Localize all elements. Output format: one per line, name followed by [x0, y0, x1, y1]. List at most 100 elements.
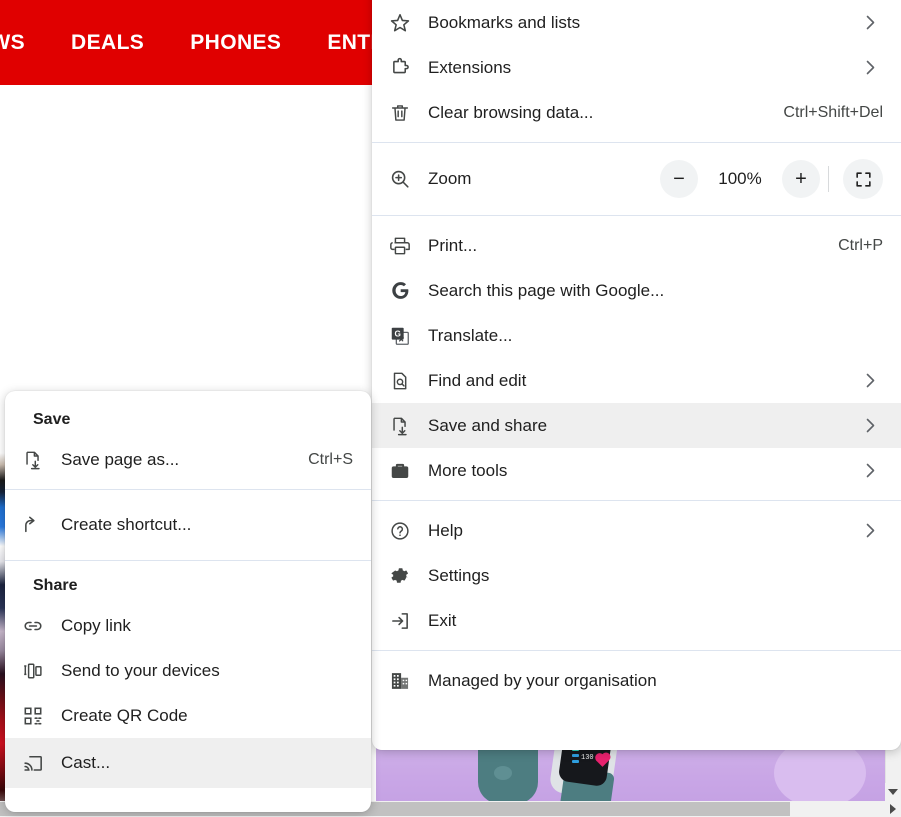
- zoom-out-button[interactable]: −: [660, 160, 698, 198]
- scroll-down-button[interactable]: [885, 783, 901, 801]
- submenu-separator: [5, 560, 371, 561]
- toolbox-icon: [372, 460, 428, 482]
- menu-item-accelerator: Ctrl+Shift+Del: [783, 103, 883, 121]
- submenu-item-save-page-as[interactable]: Save page as... Ctrl+S: [5, 437, 371, 482]
- menu-item-help[interactable]: Help: [372, 508, 901, 553]
- menu-item-label: Translate...: [428, 325, 513, 345]
- zoom-level-value: 100%: [718, 169, 762, 188]
- chevron-right-icon: [857, 15, 883, 30]
- chevron-right-icon: [857, 60, 883, 75]
- zoom-in-button[interactable]: +: [782, 160, 820, 198]
- menu-item-exit[interactable]: Exit: [372, 598, 901, 643]
- menu-item-save-and-share[interactable]: Save and share: [372, 403, 901, 448]
- save-share-icon: [372, 415, 428, 437]
- submenu-heading-save: Save: [33, 411, 71, 428]
- menu-item-bookmarks-and-lists[interactable]: Bookmarks and lists: [372, 0, 901, 45]
- menu-separator: [372, 215, 901, 216]
- zoom-controls: − 100% +: [660, 159, 883, 199]
- menu-row-zoom: Zoom − 100% +: [372, 150, 901, 208]
- link-icon: [5, 615, 61, 637]
- chevron-right-icon: [857, 523, 883, 538]
- menu-separator: [372, 142, 901, 143]
- watch-tick: [572, 754, 579, 757]
- star-icon: [372, 12, 428, 34]
- menu-item-accelerator: Ctrl+P: [838, 236, 883, 254]
- menu-item-print[interactable]: Print... Ctrl+P: [372, 223, 901, 268]
- submenu-item-label: Create shortcut...: [61, 515, 192, 534]
- menu-item-translate[interactable]: G Translate...: [372, 313, 901, 358]
- hero-product-image: 130: [376, 748, 888, 802]
- menu-item-label: Help: [428, 520, 463, 540]
- menu-item-settings[interactable]: Settings: [372, 553, 901, 598]
- nav-item-phones[interactable]: PHONES: [190, 31, 281, 55]
- menu-item-label: Save and share: [428, 415, 548, 435]
- chevron-right-icon: [890, 804, 896, 814]
- find-page-icon: [372, 370, 428, 392]
- screen: EWS DEALS PHONES ENTERTA 130: [0, 0, 901, 817]
- submenu-heading-share: Share: [33, 577, 78, 594]
- submenu-item-cast[interactable]: Cast...: [5, 738, 371, 788]
- gear-icon: [372, 565, 428, 587]
- save-and-share-submenu: Save Save page as... Ctrl+S Create short…: [5, 391, 371, 812]
- chevron-down-icon: [888, 789, 898, 795]
- devices-icon: [5, 660, 61, 682]
- menu-item-label: Managed by your organisation: [428, 670, 657, 690]
- browser-main-menu: Bookmarks and lists Extensions Clear bro…: [372, 0, 901, 750]
- google-g-icon: [372, 280, 428, 301]
- submenu-item-create-qr-code[interactable]: Create QR Code: [5, 693, 371, 738]
- zoom-in-magnifier-icon: [372, 168, 428, 190]
- submenu-item-send-to-your-devices[interactable]: Send to your devices: [5, 648, 371, 693]
- exit-arrow-icon: [372, 610, 428, 632]
- submenu-item-create-shortcut[interactable]: Create shortcut...: [5, 497, 371, 553]
- menu-item-search-page-with-google[interactable]: Search this page with Google...: [372, 268, 901, 313]
- save-page-icon: [5, 449, 61, 471]
- watch-tick: [572, 760, 579, 763]
- submenu-item-copy-link[interactable]: Copy link: [5, 603, 371, 648]
- menu-item-label: Settings: [428, 565, 490, 585]
- nav-item-deals[interactable]: DEALS: [71, 31, 144, 55]
- scroll-right-button[interactable]: [885, 801, 901, 817]
- submenu-item-label: Copy link: [61, 615, 131, 635]
- menu-item-extensions[interactable]: Extensions: [372, 45, 901, 90]
- qr-code-icon: [5, 705, 61, 727]
- menu-item-label: Exit: [428, 610, 457, 630]
- submenu-separator: [5, 489, 371, 490]
- chevron-right-icon: [857, 418, 883, 433]
- shortcut-arrow-icon: [5, 514, 61, 536]
- submenu-item-accelerator: Ctrl+S: [308, 450, 353, 468]
- watch-bpm-value: 130: [581, 754, 594, 762]
- cast-icon: [5, 752, 61, 774]
- hero-blob: [774, 748, 866, 802]
- watch-band-left: [478, 748, 538, 802]
- fullscreen-button[interactable]: [843, 159, 883, 199]
- trash-icon: [372, 102, 428, 124]
- help-circle-icon: [372, 520, 428, 542]
- menu-item-label: More tools: [428, 460, 508, 480]
- submenu-item-label: Save page as...: [61, 449, 180, 469]
- printer-icon: [372, 235, 428, 257]
- nav-item-news[interactable]: EWS: [0, 31, 25, 55]
- google-translate-icon: G: [372, 325, 428, 347]
- menu-item-label: Search this page with Google...: [428, 280, 665, 300]
- menu-item-more-tools[interactable]: More tools: [372, 448, 901, 493]
- puzzle-icon: [372, 57, 428, 79]
- menu-item-label: Bookmarks and lists: [428, 12, 581, 32]
- menu-separator: [372, 500, 901, 501]
- chevron-right-icon: [857, 463, 883, 478]
- zoom-label: Zoom: [428, 169, 472, 188]
- menu-item-managed-by-organisation[interactable]: Managed by your organisation: [372, 658, 901, 703]
- menu-item-clear-browsing-data[interactable]: Clear browsing data... Ctrl+Shift+Del: [372, 90, 901, 135]
- menu-separator: [372, 650, 901, 651]
- submenu-item-label: Cast...: [61, 753, 111, 772]
- menu-item-label: Extensions: [428, 57, 512, 77]
- menu-item-label: Print...: [428, 235, 478, 255]
- menu-item-find-and-edit[interactable]: Find and edit: [372, 358, 901, 403]
- submenu-item-label: Send to your devices: [61, 660, 220, 680]
- submenu-item-label: Create QR Code: [61, 705, 188, 725]
- chevron-right-icon: [857, 373, 883, 388]
- building-icon: [372, 670, 428, 692]
- divider: [828, 166, 829, 192]
- fullscreen-icon: [854, 170, 873, 189]
- menu-item-label: Find and edit: [428, 370, 527, 390]
- menu-item-label: Clear browsing data...: [428, 102, 594, 122]
